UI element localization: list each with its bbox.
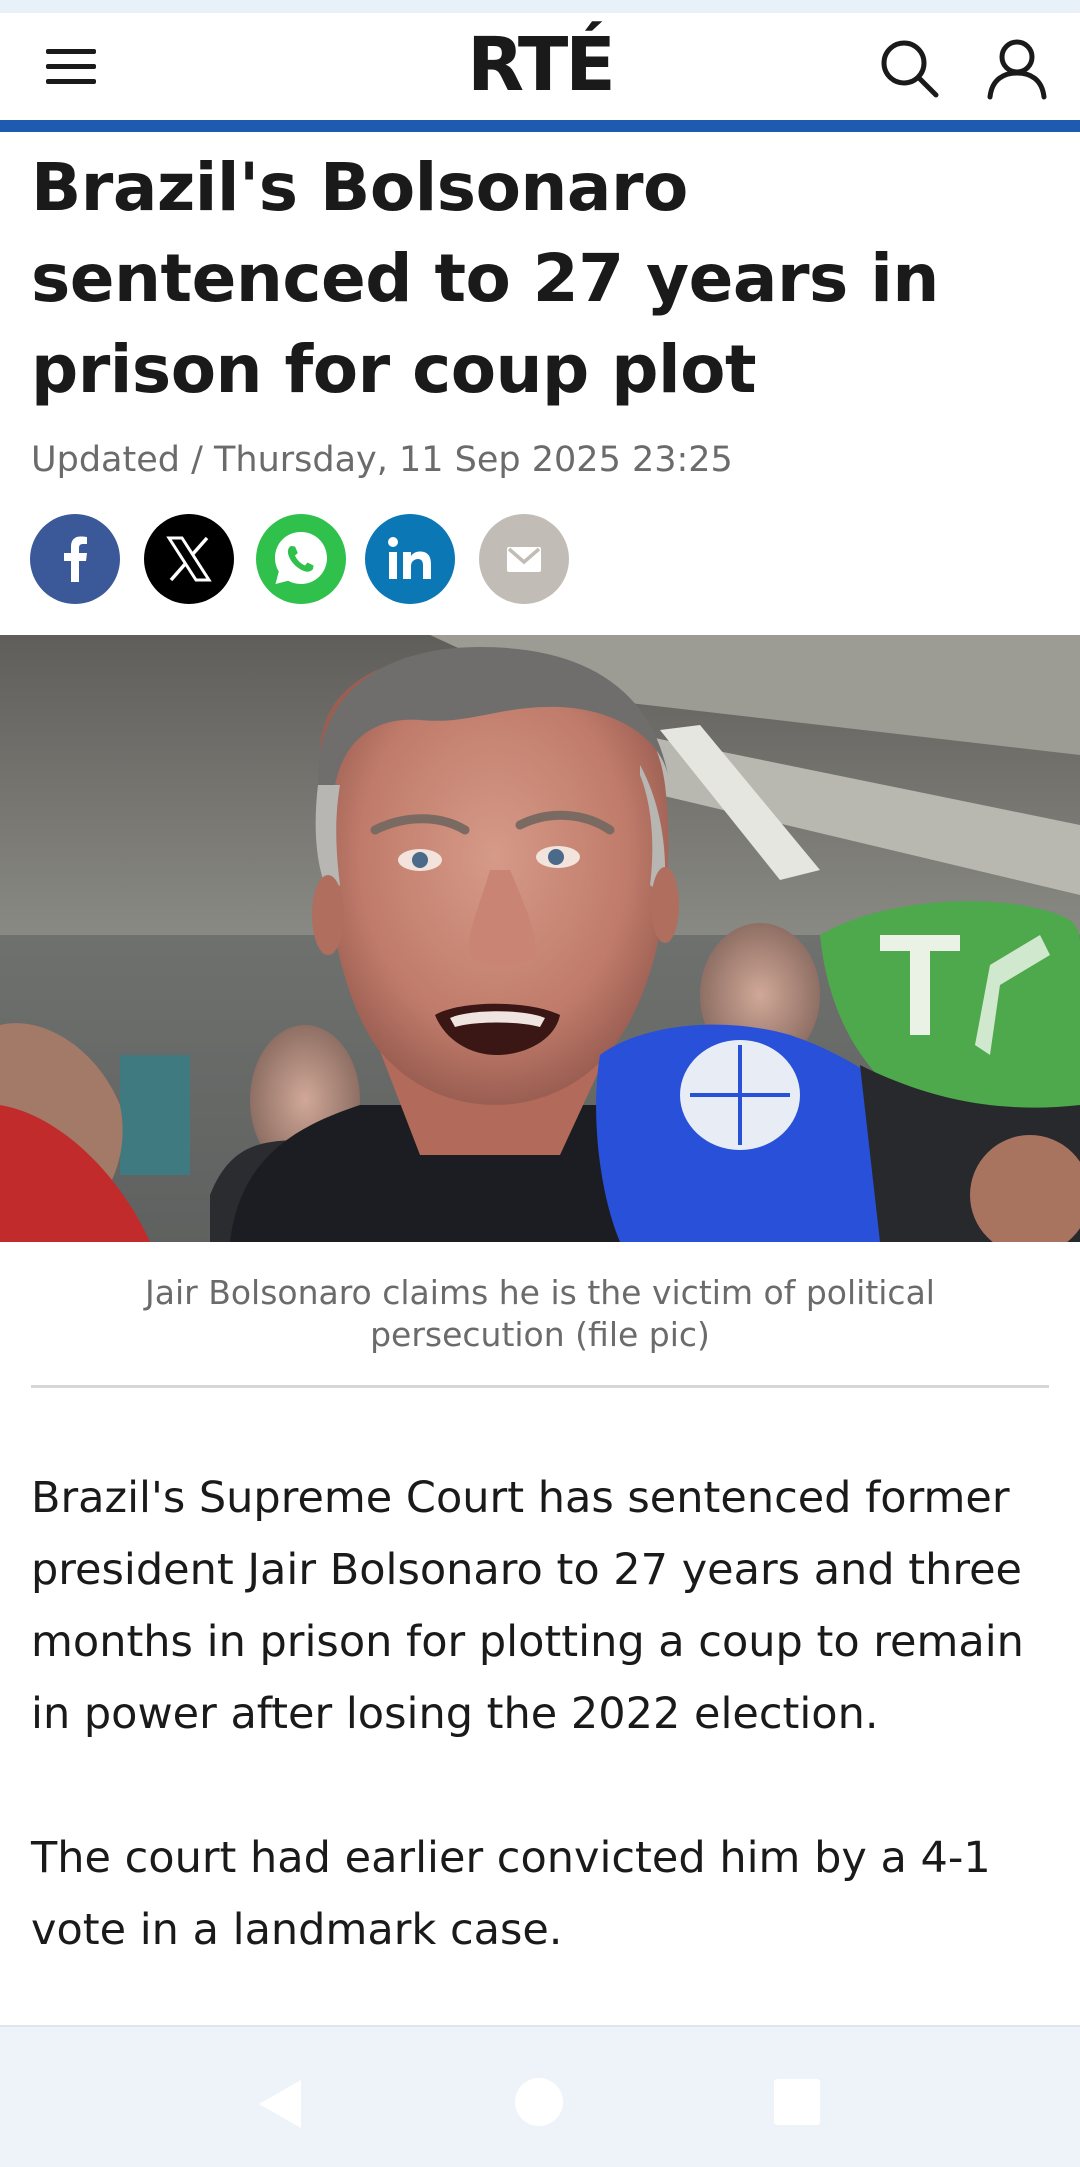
status-bar	[0, 0, 1080, 13]
article-paragraph: The court had earlier convicted him by a…	[31, 1833, 991, 1955]
share-email-button[interactable]	[479, 514, 569, 604]
home-circle-icon[interactable]	[515, 2078, 563, 2126]
system-navigation-bar	[0, 2025, 1080, 2167]
share-facebook-button[interactable]	[30, 514, 120, 604]
recents-square-icon[interactable]	[774, 2079, 820, 2125]
search-icon[interactable]	[876, 35, 942, 101]
email-icon	[507, 547, 541, 572]
photo-caption: Jair Bolsonaro claims he is the victim o…	[145, 1273, 935, 1354]
top-navigation-bar: RTÉ	[0, 13, 1080, 120]
facebook-icon	[64, 536, 87, 582]
share-whatsapp-button[interactable]	[256, 514, 346, 604]
user-account-icon[interactable]	[984, 35, 1050, 101]
x-icon	[166, 536, 212, 582]
whatsapp-icon	[275, 532, 327, 584]
article-paragraph: Brazil's Supreme Court has sentenced for…	[31, 1473, 1024, 1739]
linkedin-icon	[388, 537, 431, 579]
article-lead-photo	[0, 635, 1080, 1242]
caption-divider	[31, 1385, 1049, 1388]
article-headline: Brazil's Bolsonaro sentenced to 27 years…	[31, 149, 939, 408]
share-x-button[interactable]	[144, 514, 234, 604]
header-accent-rule	[0, 120, 1080, 132]
bolsonaro-press-photo	[0, 635, 1080, 1242]
article-updated-timestamp: Updated / Thursday, 11 Sep 2025 23:25	[31, 440, 733, 480]
share-linkedin-button[interactable]	[365, 514, 455, 604]
back-triangle-icon[interactable]	[255, 2077, 305, 2131]
